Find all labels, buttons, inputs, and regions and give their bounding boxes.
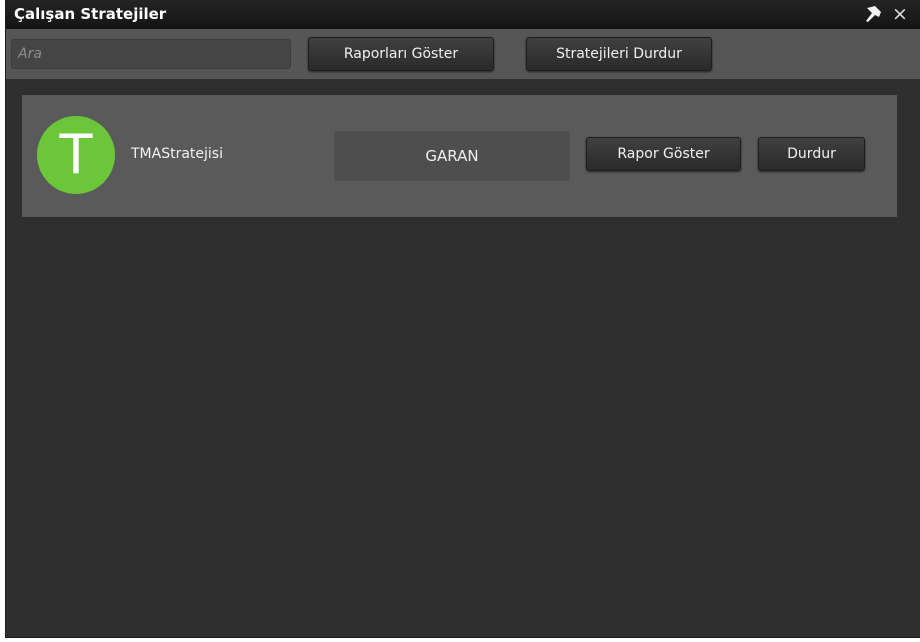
show-reports-button[interactable]: Raporları Göster xyxy=(308,37,494,71)
search-input[interactable] xyxy=(11,39,291,69)
symbol-label: GARAN xyxy=(334,131,570,181)
strategy-name: TMAStratejisi xyxy=(131,146,223,162)
pin-icon[interactable] xyxy=(862,3,884,25)
show-report-button[interactable]: Rapor Göster xyxy=(586,137,741,171)
avatar: T xyxy=(37,116,115,194)
toolbar: Raporları Göster Stratejileri Durdur xyxy=(6,29,920,79)
title-bar[interactable]: Çalışan Stratejiler × xyxy=(6,0,920,29)
strategy-list: T TMAStratejisi GARAN Rapor Göster Durdu… xyxy=(6,79,920,637)
window-title: Çalışan Stratejiler xyxy=(14,5,167,23)
stop-strategies-button[interactable]: Stratejileri Durdur xyxy=(526,37,712,71)
strategy-row[interactable]: T TMAStratejisi GARAN Rapor Göster Durdu… xyxy=(22,95,897,217)
stop-strategy-button[interactable]: Durdur xyxy=(758,137,865,171)
running-strategies-window: Çalışan Stratejiler × Raporları Göster S… xyxy=(5,0,920,638)
close-icon[interactable]: × xyxy=(892,2,908,26)
